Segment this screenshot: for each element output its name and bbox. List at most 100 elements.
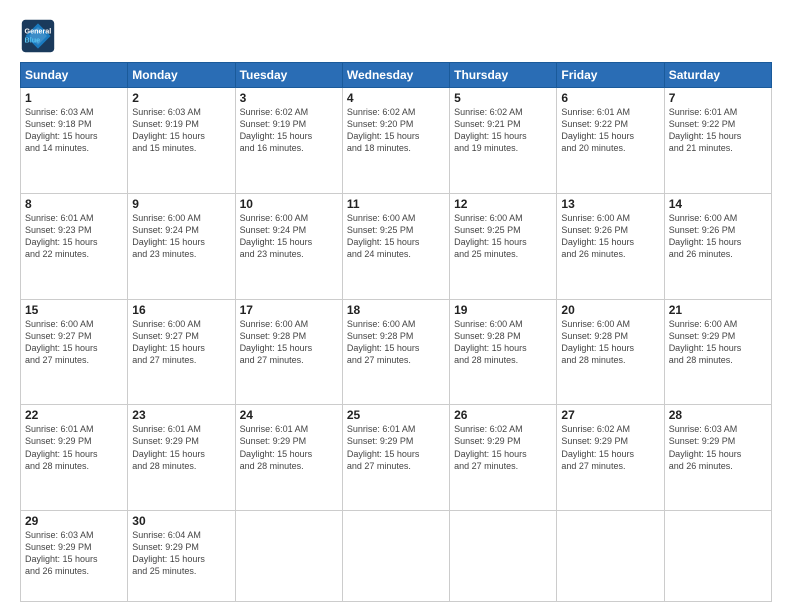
calendar-cell: 15Sunrise: 6:00 AMSunset: 9:27 PMDayligh… — [21, 299, 128, 405]
calendar-cell: 1Sunrise: 6:03 AMSunset: 9:18 PMDaylight… — [21, 88, 128, 194]
day-info: Sunrise: 6:01 AMSunset: 9:29 PMDaylight:… — [240, 423, 338, 472]
day-number: 20 — [561, 303, 659, 317]
day-number: 8 — [25, 197, 123, 211]
day-number: 27 — [561, 408, 659, 422]
calendar-cell: 16Sunrise: 6:00 AMSunset: 9:27 PMDayligh… — [128, 299, 235, 405]
svg-text:Blue: Blue — [25, 35, 41, 44]
calendar-cell: 13Sunrise: 6:00 AMSunset: 9:26 PMDayligh… — [557, 193, 664, 299]
weekday-header-tuesday: Tuesday — [235, 63, 342, 88]
calendar-cell: 30Sunrise: 6:04 AMSunset: 9:29 PMDayligh… — [128, 511, 235, 602]
calendar-week-row: 1Sunrise: 6:03 AMSunset: 9:18 PMDaylight… — [21, 88, 772, 194]
calendar-cell — [557, 511, 664, 602]
calendar-cell — [235, 511, 342, 602]
day-info: Sunrise: 6:00 AMSunset: 9:26 PMDaylight:… — [669, 212, 767, 261]
calendar-cell: 12Sunrise: 6:00 AMSunset: 9:25 PMDayligh… — [450, 193, 557, 299]
logo: General Blue — [20, 18, 60, 54]
day-number: 9 — [132, 197, 230, 211]
day-info: Sunrise: 6:04 AMSunset: 9:29 PMDaylight:… — [132, 529, 230, 578]
day-number: 29 — [25, 514, 123, 528]
day-info: Sunrise: 6:00 AMSunset: 9:24 PMDaylight:… — [132, 212, 230, 261]
day-info: Sunrise: 6:00 AMSunset: 9:29 PMDaylight:… — [669, 318, 767, 367]
page: General Blue SundayMondayTuesdayWednesda… — [0, 0, 792, 612]
calendar-cell: 25Sunrise: 6:01 AMSunset: 9:29 PMDayligh… — [342, 405, 449, 511]
day-info: Sunrise: 6:00 AMSunset: 9:27 PMDaylight:… — [132, 318, 230, 367]
day-info: Sunrise: 6:01 AMSunset: 9:29 PMDaylight:… — [347, 423, 445, 472]
day-info: Sunrise: 6:03 AMSunset: 9:29 PMDaylight:… — [669, 423, 767, 472]
weekday-header-saturday: Saturday — [664, 63, 771, 88]
day-number: 25 — [347, 408, 445, 422]
day-info: Sunrise: 6:01 AMSunset: 9:22 PMDaylight:… — [561, 106, 659, 155]
day-info: Sunrise: 6:00 AMSunset: 9:24 PMDaylight:… — [240, 212, 338, 261]
day-info: Sunrise: 6:01 AMSunset: 9:23 PMDaylight:… — [25, 212, 123, 261]
day-info: Sunrise: 6:01 AMSunset: 9:29 PMDaylight:… — [132, 423, 230, 472]
calendar-cell: 18Sunrise: 6:00 AMSunset: 9:28 PMDayligh… — [342, 299, 449, 405]
calendar-cell: 11Sunrise: 6:00 AMSunset: 9:25 PMDayligh… — [342, 193, 449, 299]
day-number: 11 — [347, 197, 445, 211]
day-info: Sunrise: 6:01 AMSunset: 9:29 PMDaylight:… — [25, 423, 123, 472]
calendar-cell: 19Sunrise: 6:00 AMSunset: 9:28 PMDayligh… — [450, 299, 557, 405]
calendar-cell: 5Sunrise: 6:02 AMSunset: 9:21 PMDaylight… — [450, 88, 557, 194]
calendar-cell: 29Sunrise: 6:03 AMSunset: 9:29 PMDayligh… — [21, 511, 128, 602]
header: General Blue — [20, 18, 772, 54]
calendar-cell: 3Sunrise: 6:02 AMSunset: 9:19 PMDaylight… — [235, 88, 342, 194]
day-info: Sunrise: 6:02 AMSunset: 9:21 PMDaylight:… — [454, 106, 552, 155]
calendar-cell: 23Sunrise: 6:01 AMSunset: 9:29 PMDayligh… — [128, 405, 235, 511]
day-number: 16 — [132, 303, 230, 317]
day-number: 28 — [669, 408, 767, 422]
day-info: Sunrise: 6:02 AMSunset: 9:29 PMDaylight:… — [561, 423, 659, 472]
day-number: 5 — [454, 91, 552, 105]
calendar-week-row: 29Sunrise: 6:03 AMSunset: 9:29 PMDayligh… — [21, 511, 772, 602]
calendar-table: SundayMondayTuesdayWednesdayThursdayFrid… — [20, 62, 772, 602]
day-info: Sunrise: 6:03 AMSunset: 9:29 PMDaylight:… — [25, 529, 123, 578]
weekday-header-wednesday: Wednesday — [342, 63, 449, 88]
day-info: Sunrise: 6:02 AMSunset: 9:20 PMDaylight:… — [347, 106, 445, 155]
day-info: Sunrise: 6:00 AMSunset: 9:28 PMDaylight:… — [561, 318, 659, 367]
day-number: 12 — [454, 197, 552, 211]
day-number: 3 — [240, 91, 338, 105]
day-number: 10 — [240, 197, 338, 211]
day-info: Sunrise: 6:03 AMSunset: 9:19 PMDaylight:… — [132, 106, 230, 155]
day-info: Sunrise: 6:00 AMSunset: 9:27 PMDaylight:… — [25, 318, 123, 367]
calendar-cell: 27Sunrise: 6:02 AMSunset: 9:29 PMDayligh… — [557, 405, 664, 511]
logo-icon: General Blue — [20, 18, 56, 54]
day-number: 18 — [347, 303, 445, 317]
day-number: 26 — [454, 408, 552, 422]
calendar-cell: 8Sunrise: 6:01 AMSunset: 9:23 PMDaylight… — [21, 193, 128, 299]
calendar-cell — [342, 511, 449, 602]
calendar-cell: 24Sunrise: 6:01 AMSunset: 9:29 PMDayligh… — [235, 405, 342, 511]
day-info: Sunrise: 6:03 AMSunset: 9:18 PMDaylight:… — [25, 106, 123, 155]
calendar-cell: 28Sunrise: 6:03 AMSunset: 9:29 PMDayligh… — [664, 405, 771, 511]
calendar-cell: 17Sunrise: 6:00 AMSunset: 9:28 PMDayligh… — [235, 299, 342, 405]
weekday-header-monday: Monday — [128, 63, 235, 88]
day-info: Sunrise: 6:00 AMSunset: 9:25 PMDaylight:… — [454, 212, 552, 261]
calendar-cell: 14Sunrise: 6:00 AMSunset: 9:26 PMDayligh… — [664, 193, 771, 299]
weekday-header-sunday: Sunday — [21, 63, 128, 88]
day-number: 19 — [454, 303, 552, 317]
calendar-cell: 4Sunrise: 6:02 AMSunset: 9:20 PMDaylight… — [342, 88, 449, 194]
calendar-cell: 2Sunrise: 6:03 AMSunset: 9:19 PMDaylight… — [128, 88, 235, 194]
day-number: 21 — [669, 303, 767, 317]
calendar-cell — [450, 511, 557, 602]
day-number: 23 — [132, 408, 230, 422]
day-number: 6 — [561, 91, 659, 105]
calendar-header-row: SundayMondayTuesdayWednesdayThursdayFrid… — [21, 63, 772, 88]
calendar-cell: 10Sunrise: 6:00 AMSunset: 9:24 PMDayligh… — [235, 193, 342, 299]
day-number: 13 — [561, 197, 659, 211]
day-number: 15 — [25, 303, 123, 317]
day-info: Sunrise: 6:02 AMSunset: 9:29 PMDaylight:… — [454, 423, 552, 472]
weekday-header-friday: Friday — [557, 63, 664, 88]
calendar-cell: 20Sunrise: 6:00 AMSunset: 9:28 PMDayligh… — [557, 299, 664, 405]
calendar-cell: 7Sunrise: 6:01 AMSunset: 9:22 PMDaylight… — [664, 88, 771, 194]
svg-text:General: General — [25, 26, 52, 35]
calendar-cell: 21Sunrise: 6:00 AMSunset: 9:29 PMDayligh… — [664, 299, 771, 405]
day-info: Sunrise: 6:00 AMSunset: 9:28 PMDaylight:… — [240, 318, 338, 367]
calendar-week-row: 8Sunrise: 6:01 AMSunset: 9:23 PMDaylight… — [21, 193, 772, 299]
day-number: 30 — [132, 514, 230, 528]
day-info: Sunrise: 6:00 AMSunset: 9:28 PMDaylight:… — [454, 318, 552, 367]
day-info: Sunrise: 6:02 AMSunset: 9:19 PMDaylight:… — [240, 106, 338, 155]
day-number: 24 — [240, 408, 338, 422]
calendar-cell — [664, 511, 771, 602]
day-number: 2 — [132, 91, 230, 105]
day-number: 14 — [669, 197, 767, 211]
calendar-cell: 6Sunrise: 6:01 AMSunset: 9:22 PMDaylight… — [557, 88, 664, 194]
